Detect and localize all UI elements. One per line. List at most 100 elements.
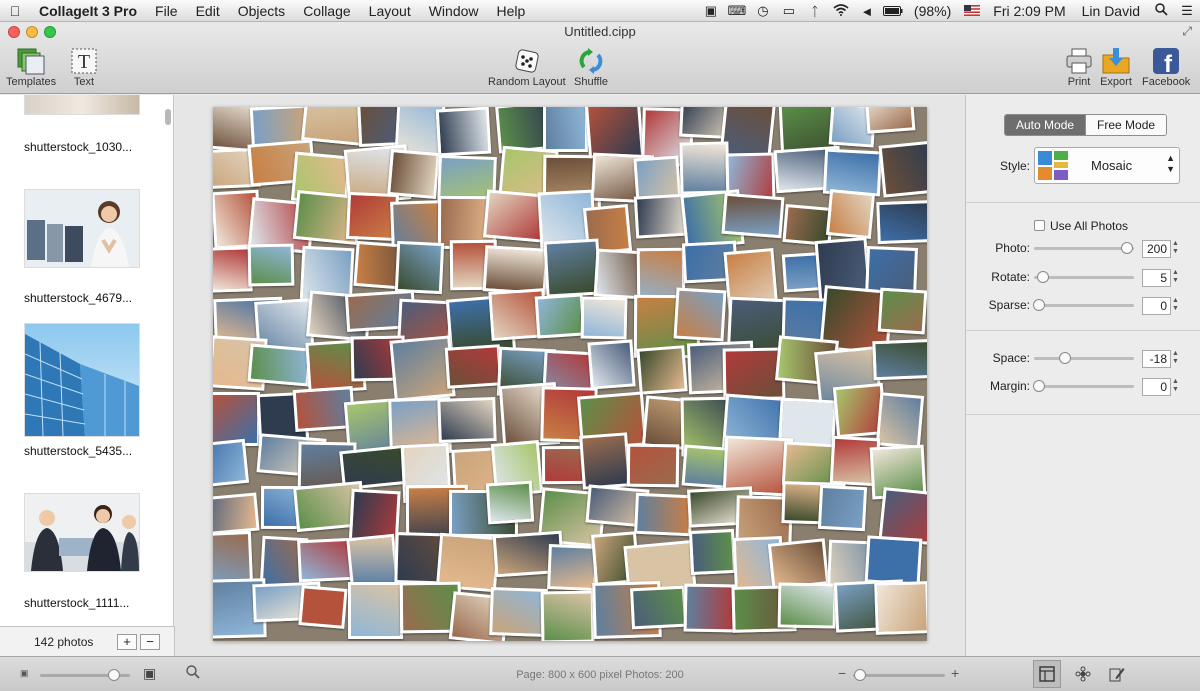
templates-button[interactable]: Templates: [6, 46, 56, 88]
collage-photo[interactable]: [630, 585, 688, 630]
free-mode-tab[interactable]: Free Mode: [1085, 115, 1167, 135]
text-button[interactable]: T Text: [68, 46, 100, 88]
apple-menu-icon[interactable]: : [0, 3, 30, 19]
collage-photo[interactable]: [876, 392, 925, 450]
zoom-in-button[interactable]: +: [951, 665, 959, 681]
collage-photo[interactable]: [878, 140, 927, 199]
collage-photo[interactable]: [877, 287, 927, 335]
collage-photo[interactable]: [864, 107, 916, 135]
collage-photo[interactable]: [587, 339, 636, 390]
fullscreen-icon[interactable]: ⤢: [1182, 24, 1192, 39]
collage-photo[interactable]: [437, 397, 497, 444]
collage-photo[interactable]: [485, 480, 535, 525]
collage-photo[interactable]: [534, 293, 586, 339]
space-stepper-icon[interactable]: ▲ ▼: [1171, 350, 1180, 368]
photo-thumbnail[interactable]: [24, 189, 140, 268]
collage-photo[interactable]: [436, 107, 492, 157]
collage-photo[interactable]: [874, 580, 927, 635]
photo-slider[interactable]: [1034, 242, 1134, 254]
photo-value-field[interactable]: 200: [1142, 240, 1171, 258]
print-button[interactable]: Print: [1063, 46, 1095, 88]
rotate-stepper-icon[interactable]: ▲ ▼: [1171, 269, 1180, 287]
wifi-icon[interactable]: [828, 3, 854, 19]
margin-slider[interactable]: [1033, 380, 1134, 392]
menu-layout[interactable]: Layout: [360, 3, 420, 19]
random-layout-button[interactable]: Random Layout: [488, 46, 566, 88]
collage-photo[interactable]: [387, 149, 440, 200]
space-value-field[interactable]: -18: [1142, 350, 1171, 368]
app-menu[interactable]: CollageIt 3 Pro: [30, 3, 146, 19]
space-slider-knob[interactable]: [1059, 352, 1072, 364]
collage-photo[interactable]: [689, 528, 737, 575]
facebook-button[interactable]: f Facebook: [1142, 46, 1190, 88]
collage-photo[interactable]: [213, 438, 249, 487]
collage-photo[interactable]: [865, 535, 923, 586]
menu-file[interactable]: File: [146, 3, 187, 19]
photo-settings-button[interactable]: [1069, 660, 1097, 688]
notification-center-icon[interactable]: ☰: [1174, 3, 1200, 19]
collage-photo[interactable]: [247, 343, 313, 387]
bluetooth-icon[interactable]: ᛏ: [802, 4, 828, 19]
margin-value-field[interactable]: 0: [1142, 378, 1171, 396]
search-icon[interactable]: [1148, 3, 1174, 19]
collage-photo[interactable]: [482, 244, 549, 295]
menu-window[interactable]: Window: [420, 3, 488, 19]
layout-view-button[interactable]: [1033, 660, 1061, 688]
collage-photo[interactable]: [768, 537, 830, 589]
photo-thumbnail[interactable]: [24, 493, 140, 572]
use-all-photos-checkbox[interactable]: [1034, 220, 1045, 231]
collage-photo[interactable]: [213, 392, 260, 447]
add-photo-button[interactable]: +: [117, 634, 137, 650]
menu-collage[interactable]: Collage: [294, 3, 359, 19]
style-select[interactable]: Mosaic ▲ ▼: [1034, 147, 1180, 184]
rotate-slider[interactable]: [1034, 271, 1134, 283]
photo-stepper-icon[interactable]: ▲ ▼: [1171, 240, 1180, 258]
user-name[interactable]: Lin David: [1074, 3, 1148, 19]
menu-edit[interactable]: Edit: [187, 3, 229, 19]
collage-photo[interactable]: [394, 241, 444, 295]
collage-photo[interactable]: [213, 492, 260, 536]
export-button[interactable]: Export: [1100, 46, 1132, 88]
collage-photo[interactable]: [247, 243, 295, 287]
zoom-slider-knob[interactable]: [854, 669, 866, 681]
margin-stepper-icon[interactable]: ▲ ▼: [1171, 378, 1180, 396]
collage-photo[interactable]: [875, 200, 927, 245]
sparse-value-field[interactable]: 0: [1142, 297, 1171, 315]
photo-thumbnail[interactable]: [24, 95, 140, 115]
sidebar-scrollbar[interactable]: [165, 109, 171, 125]
clock[interactable]: Fri 2:09 PM: [985, 3, 1073, 19]
rotate-value-field[interactable]: 5: [1142, 269, 1171, 287]
volume-icon[interactable]: ◄: [854, 4, 880, 19]
collage-photo[interactable]: [673, 287, 728, 342]
collage-photo[interactable]: [679, 141, 730, 195]
sparse-stepper-icon[interactable]: ▲ ▼: [1171, 297, 1180, 315]
collage-photo[interactable]: [540, 590, 595, 641]
collage-photo[interactable]: [547, 544, 598, 592]
margin-slider-knob[interactable]: [1033, 380, 1045, 392]
collage-photo[interactable]: [543, 107, 589, 153]
collage-photo[interactable]: [777, 582, 837, 629]
auto-mode-tab[interactable]: Auto Mode: [1005, 115, 1086, 135]
space-slider[interactable]: [1034, 352, 1134, 364]
display-icon[interactable]: ▭: [776, 3, 802, 19]
shuffle-button[interactable]: Shuffle: [574, 46, 608, 88]
collage-photo[interactable]: [825, 189, 875, 240]
battery-icon[interactable]: [880, 4, 906, 19]
collage-photo[interactable]: [543, 238, 602, 298]
sparse-slider[interactable]: [1033, 299, 1134, 311]
collage-photo[interactable]: [626, 443, 679, 488]
menu-help[interactable]: Help: [488, 3, 535, 19]
collage-photo[interactable]: [721, 192, 785, 238]
collage-photo[interactable]: [445, 344, 503, 389]
collage-photo[interactable]: [578, 432, 631, 490]
menu-objects[interactable]: Objects: [229, 3, 294, 19]
edit-button[interactable]: [1103, 660, 1131, 688]
collage-photo[interactable]: [633, 492, 693, 536]
zoom-out-button[interactable]: −: [838, 665, 846, 681]
rotate-slider-knob[interactable]: [1037, 271, 1050, 283]
collage-canvas[interactable]: [213, 107, 927, 641]
collage-photo[interactable]: [489, 587, 548, 638]
collage-photo[interactable]: [636, 345, 688, 395]
collage-photo[interactable]: [817, 484, 868, 531]
remove-photo-button[interactable]: −: [140, 634, 160, 650]
